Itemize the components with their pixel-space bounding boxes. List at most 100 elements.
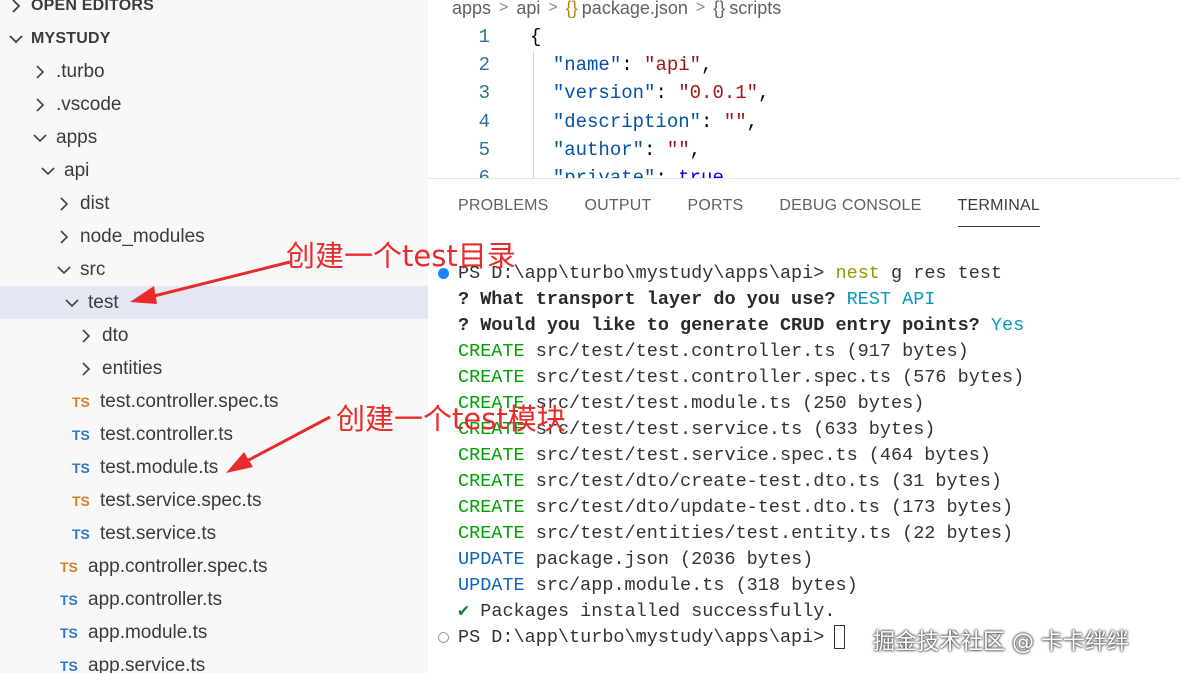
- code-line[interactable]: 3 "version": "0.0.1",: [428, 79, 1180, 107]
- tree-file[interactable]: TS test.service.spec.ts: [0, 484, 428, 517]
- chevron-right-icon: >: [548, 0, 558, 16]
- panel-tabs: PROBLEMS OUTPUT PORTS DEBUG CONSOLE TERM…: [458, 197, 1076, 227]
- action-text: src/test/test.service.ts (633 bytes): [535, 418, 936, 440]
- line-number: 5: [478, 139, 490, 161]
- tab-output[interactable]: OUTPUT: [585, 197, 652, 227]
- code-line[interactable]: 5 "author": "",: [428, 136, 1180, 164]
- tree-file[interactable]: TS app.controller.ts: [0, 583, 428, 616]
- workspace-header[interactable]: MYSTUDY: [0, 24, 428, 54]
- terminal-action-line: CREATE src/test/entities/test.entity.ts …: [428, 520, 1013, 546]
- chevron-right-icon: [32, 64, 48, 79]
- breadcrumb-api[interactable]: api: [516, 0, 540, 19]
- line-number: 3: [478, 82, 490, 104]
- tree-folder[interactable]: api: [0, 154, 428, 187]
- breadcrumb-scripts[interactable]: scripts: [729, 0, 781, 19]
- tree-file[interactable]: TS app.controller.spec.ts: [0, 550, 428, 583]
- tree-item-label: test.module.ts: [100, 456, 219, 478]
- tree-folder[interactable]: apps: [0, 121, 428, 154]
- code-editor[interactable]: apps > api > {} package.json > {} script…: [428, 0, 1180, 178]
- terminal-action-line: UPDATE src/app.module.ts (318 bytes): [428, 572, 858, 598]
- tree-item-label: app.module.ts: [88, 621, 208, 643]
- json-value: "": [666, 139, 690, 161]
- json-value: "": [723, 111, 747, 133]
- json-value: "0.0.1": [678, 82, 759, 104]
- code-text: {: [530, 26, 542, 48]
- chevron-right-icon: >: [499, 0, 509, 16]
- chevron-right-icon: [32, 97, 48, 112]
- tab-debug-console[interactable]: DEBUG CONSOLE: [779, 197, 921, 227]
- tree-file[interactable]: TS app.module.ts: [0, 616, 428, 649]
- terminal-action-line: UPDATE package.json (2036 bytes): [428, 546, 813, 572]
- tree-folder[interactable]: entities: [0, 352, 428, 385]
- typescript-file-icon: TS: [72, 525, 90, 542]
- tree-item-label: test.service.ts: [100, 522, 217, 544]
- action-kind: CREATE: [458, 444, 525, 466]
- code-line[interactable]: 4 "description": "",: [428, 108, 1180, 136]
- watermark: 掘金技术社区 @ 卡卡绊绊: [873, 630, 1129, 655]
- chevron-right-icon: [78, 328, 94, 343]
- tab-ports[interactable]: PORTS: [688, 197, 744, 227]
- tree-file[interactable]: TS test.module.ts: [0, 451, 428, 484]
- open-editors-header[interactable]: OPEN EDITORS: [0, 0, 428, 21]
- checkmark-icon: ✔: [458, 601, 470, 622]
- annotation-module-note: 创建一个test模块: [336, 402, 566, 436]
- tree-folder[interactable]: .turbo: [0, 55, 428, 88]
- chevron-right-icon: [8, 0, 24, 13]
- tree-item-label: test.service.spec.ts: [100, 489, 262, 511]
- action-kind: CREATE: [458, 470, 525, 492]
- tree-item-label: entities: [102, 357, 163, 379]
- json-value: "api": [644, 54, 702, 76]
- tree-file[interactable]: TS app.service.ts: [0, 649, 428, 673]
- chevron-down-icon: [40, 166, 56, 176]
- tree-item-label: api: [64, 159, 90, 181]
- tree-folder[interactable]: .vscode: [0, 88, 428, 121]
- terminal-action-line: CREATE src/test/dto/update-test.dto.ts (…: [428, 494, 1013, 520]
- action-text: src/test/test.controller.spec.ts (576 by…: [535, 366, 1025, 388]
- typescript-file-icon: TS: [60, 624, 78, 641]
- terminal-action-line: CREATE src/test/dto/create-test.dto.ts (…: [428, 468, 1002, 494]
- terminal-cursor: [834, 625, 846, 649]
- code-line[interactable]: 2 "name": "api",: [428, 51, 1180, 79]
- action-text: src/test/test.module.ts (250 bytes): [535, 392, 925, 414]
- action-kind: CREATE: [458, 366, 525, 388]
- breadcrumb-apps[interactable]: apps: [452, 0, 491, 19]
- chevron-right-icon: [56, 229, 72, 244]
- typescript-file-icon: TS: [72, 492, 90, 509]
- chevron-right-icon: >: [695, 0, 706, 16]
- tree-folder[interactable]: dto: [0, 319, 428, 352]
- terminal-action-line: CREATE src/test/test.controller.ts (917 …: [428, 338, 969, 364]
- json-value: true: [678, 167, 724, 178]
- typescript-file-icon: TS: [72, 393, 90, 410]
- json-braces-icon: {}: [565, 0, 578, 18]
- tree-folder[interactable]: test: [0, 286, 428, 319]
- question-text: ? What transport layer do you use?: [458, 288, 836, 310]
- breadcrumb: apps > api > {} package.json > {} script…: [452, 0, 781, 20]
- tree-item-label: app.controller.spec.ts: [88, 555, 268, 577]
- action-text: src/test/test.service.spec.ts (464 bytes…: [535, 444, 991, 466]
- chevron-down-icon: [56, 265, 72, 275]
- terminal-prompt-line[interactable]: PS D:\app\turbo\mystudy\apps\api>: [428, 624, 846, 650]
- tree-item-label: test.controller.spec.ts: [100, 390, 279, 412]
- tree-item-label: test: [88, 291, 119, 313]
- terminal-question: ? What transport layer do you use? REST …: [428, 286, 935, 312]
- chevron-right-icon: [78, 361, 94, 376]
- tree-item-label: .vscode: [56, 93, 122, 115]
- tree-file[interactable]: TS test.service.ts: [0, 517, 428, 550]
- chevron-down-icon: [32, 133, 48, 143]
- answer-text: REST API: [846, 288, 936, 310]
- code-line[interactable]: 1 {: [428, 23, 1180, 51]
- action-kind: CREATE: [458, 340, 525, 362]
- tree-folder[interactable]: dist: [0, 187, 428, 220]
- tree-item-label: dist: [80, 192, 110, 214]
- action-text: src/test/dto/update-test.dto.ts (173 byt…: [535, 496, 1014, 518]
- object-braces-icon: {}: [713, 0, 726, 18]
- json-key: "author": [552, 139, 645, 161]
- tab-terminal[interactable]: TERMINAL: [957, 197, 1041, 227]
- breadcrumb-package-json[interactable]: package.json: [582, 0, 688, 19]
- line-number: 2: [478, 54, 490, 76]
- json-key: "name": [552, 54, 622, 76]
- terminal-command-args: g res test: [891, 262, 1003, 284]
- tab-problems[interactable]: PROBLEMS: [458, 197, 549, 227]
- code-line[interactable]: 6 "private": true: [428, 164, 1180, 178]
- typescript-file-icon: TS: [72, 426, 90, 443]
